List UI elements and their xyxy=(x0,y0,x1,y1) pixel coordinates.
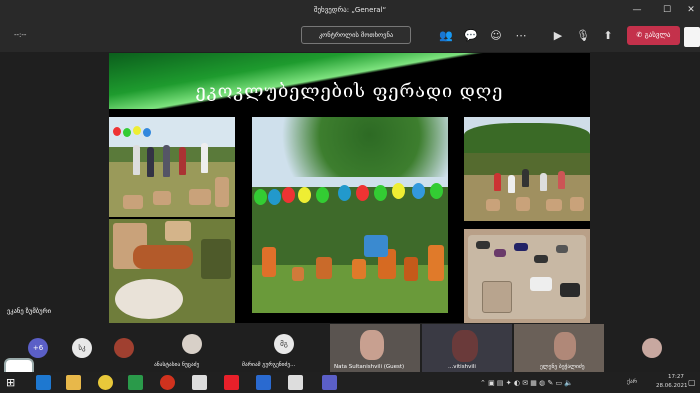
reactions-icon[interactable]: ☺ xyxy=(488,28,504,44)
shared-slide: ეკოკლუბელების ფერადი დღე xyxy=(109,53,590,323)
avatar: მგ xyxy=(274,334,294,354)
leave-label: გასვლა xyxy=(644,31,671,39)
photo-balloons-garden xyxy=(252,117,448,313)
participant-tile[interactable] xyxy=(606,324,700,372)
participant-name: მარიამ გურგენიძე... xyxy=(242,362,296,368)
photo-crafts-display xyxy=(464,229,590,323)
self-view xyxy=(4,358,34,372)
tray-icons[interactable]: ⌃ ▣ ▤ ✦ ◐ ✉ ▦ ◍ ✎ ▭ 🔈 xyxy=(480,379,573,387)
os-taskbar: ⊞ ⌃ ▣ ▤ ✦ ◐ ✉ ▦ ◍ ✎ ▭ 🔈 ქარ 17:27 28.06.… xyxy=(0,372,700,393)
participant-name: ანასტასია ნუცაძე xyxy=(154,362,200,368)
participant-name: Nata Sultanishvili (Guest) xyxy=(334,364,405,370)
pdf-icon[interactable] xyxy=(224,375,239,390)
mic-off-icon[interactable]: 🎙 xyxy=(575,28,591,44)
minimize-icon[interactable]: — xyxy=(630,3,644,17)
avatar xyxy=(114,338,134,358)
participant-face xyxy=(360,330,384,360)
phone-icon: ✆ xyxy=(636,31,645,39)
participant-face xyxy=(452,330,478,362)
photo-kids-group xyxy=(109,117,235,217)
windows-start-icon[interactable]: ⊞ xyxy=(6,375,21,390)
leave-button[interactable]: ✆ გასვლა xyxy=(627,26,680,45)
camera-off-icon[interactable]: ▶ xyxy=(550,28,566,44)
notification-icon[interactable]: ▢ xyxy=(688,378,696,387)
participant-name: ელენე ბეჭალიძე xyxy=(540,364,585,370)
window-title: შეხვედრა: „General“ xyxy=(313,6,387,14)
more-icon[interactable]: ⋯ xyxy=(513,28,529,44)
meeting-timer: --:-- xyxy=(14,31,27,39)
chat-icon[interactable]: 💬 xyxy=(463,28,479,44)
participant-video-tile[interactable]: ელენე ბეჭალიძე xyxy=(514,324,604,372)
presenter-name: ეკანე ზუმბური xyxy=(7,307,52,315)
chrome-icon[interactable] xyxy=(98,375,113,390)
participant-tile[interactable]: სკ xyxy=(58,324,104,372)
participant-face xyxy=(554,332,576,360)
participant-video-tile[interactable]: Nata Sultanishvili (Guest) xyxy=(330,324,420,372)
word-icon[interactable] xyxy=(256,375,271,390)
overflow-count[interactable]: +6 xyxy=(28,338,48,358)
participant-video-tile[interactable]: ...vitishvili xyxy=(422,324,512,372)
opera-icon[interactable] xyxy=(160,375,175,390)
meeting-toolbar: --:-- კონტროლის მოთხოვნა 👥 💬 ☺ ⋯ ▶ 🎙 ⬆ ✆… xyxy=(0,20,700,52)
avatar xyxy=(182,334,202,354)
participant-tile[interactable]: მგ მარიამ გურგენიძე... xyxy=(238,324,328,372)
chat-app-icon[interactable] xyxy=(192,375,207,390)
pictures-icon[interactable] xyxy=(288,375,303,390)
avatar: სკ xyxy=(72,338,92,358)
participant-strip: +6 სკ ანასტასია ნუცაძე მგ მარიამ გურგენი… xyxy=(0,324,700,372)
file-explorer-icon[interactable] xyxy=(66,375,81,390)
participant-tile[interactable]: ანასტასია ნუცაძე xyxy=(146,324,236,372)
request-control-button[interactable]: კონტროლის მოთხოვნა xyxy=(301,26,411,44)
clock-date[interactable]: 28.06.2021 xyxy=(656,383,688,389)
avatar xyxy=(642,338,662,358)
photo-crafts-stumps xyxy=(109,219,235,323)
maximize-icon[interactable]: ☐ xyxy=(660,3,674,17)
share-icon[interactable]: ⬆ xyxy=(600,28,616,44)
apps-icon[interactable] xyxy=(684,27,700,47)
people-icon[interactable]: 👥 xyxy=(438,28,454,44)
edge-icon[interactable] xyxy=(36,375,51,390)
excel-icon[interactable] xyxy=(128,375,143,390)
participant-name: ...vitishvili xyxy=(448,364,476,370)
teams-icon[interactable] xyxy=(322,375,337,390)
close-icon[interactable]: ✕ xyxy=(684,3,698,17)
slide-title: ეკოკლუბელების ფერადი დღე xyxy=(195,81,504,102)
participant-tile[interactable] xyxy=(104,324,146,372)
language-indicator[interactable]: ქარ xyxy=(627,379,637,385)
photo-children-seated xyxy=(464,117,590,221)
title-bar: შეხვედრა: „General“ — ☐ ✕ xyxy=(0,0,700,20)
clock-time[interactable]: 17:27 xyxy=(668,374,684,380)
